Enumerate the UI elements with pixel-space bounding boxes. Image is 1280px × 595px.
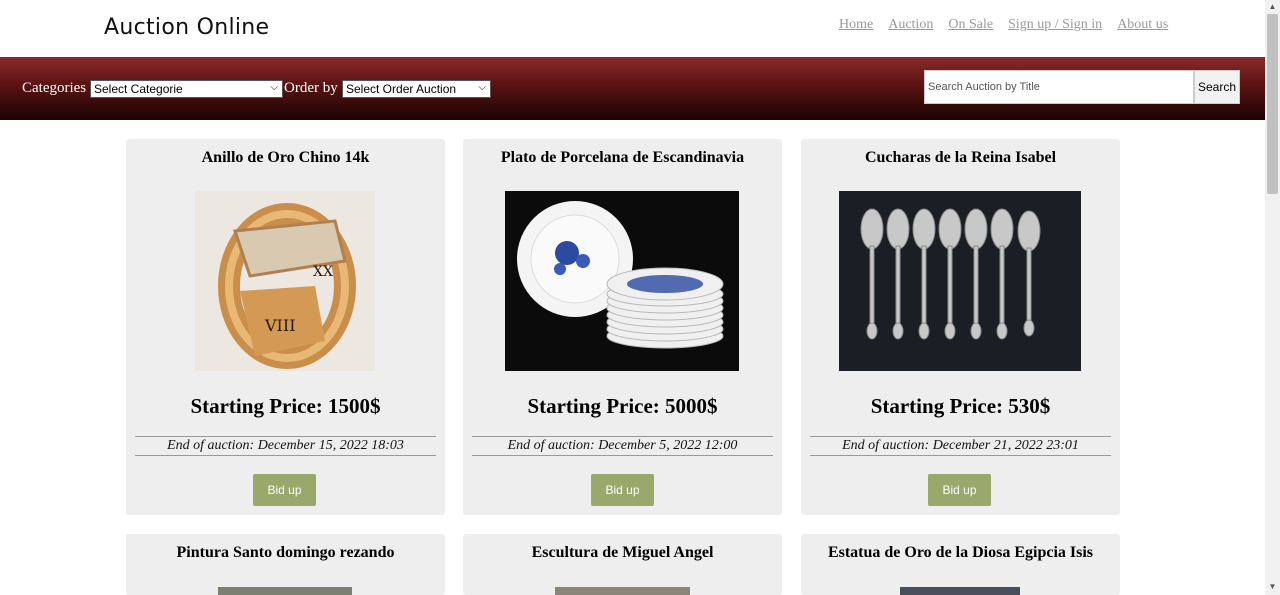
scroll-up-icon[interactable]: ▲ <box>1265 2 1280 11</box>
order-label: Order by <box>284 80 338 96</box>
nav-about[interactable]: About us <box>1117 17 1168 33</box>
starting-price: Starting Price: 530$ <box>870 394 1051 418</box>
auction-card: Plato de Porcelana de Escandinavia Start… <box>463 139 782 515</box>
starting-price: Starting Price: 5000$ <box>527 394 718 418</box>
chevron-down-icon: ⌵ <box>270 82 278 93</box>
card-title: Anillo de Oro Chino 14k <box>201 149 370 166</box>
auction-card: Estatua de Oro de la Diosa Egipcia Isis <box>801 534 1120 595</box>
header: Auction Online Home Auction On Sale Sign… <box>0 0 1265 57</box>
auction-end-date: End of auction: December 15, 2022 18:03 <box>135 436 436 456</box>
categories-label: Categories <box>22 80 87 96</box>
card-title: Escultura de Miguel Angel <box>531 544 714 561</box>
site-title[interactable]: Auction Online <box>104 15 269 40</box>
search-button[interactable]: Search <box>1194 70 1240 104</box>
chevron-down-icon: ⌵ <box>478 82 486 93</box>
auction-end-date: End of auction: December 21, 2022 23:01 <box>810 436 1111 456</box>
search-input[interactable]: Search Auction by Title <box>924 70 1194 104</box>
scroll-down-icon[interactable]: ▼ <box>1265 582 1280 591</box>
bid-up-button[interactable]: Bid up <box>591 474 654 506</box>
order-select[interactable]: Select Order Auction ⌵ <box>342 80 491 98</box>
card-title: Pintura Santo domingo rezando <box>176 544 395 561</box>
auction-card: Anillo de Oro Chino 14k VIII XX Starting… <box>126 139 445 515</box>
plate-image[interactable] <box>505 191 739 371</box>
svg-text:XX: XX <box>313 264 333 280</box>
auction-card: Cucharas de la Reina Isabel Starting Pri… <box>801 139 1120 515</box>
card-title: Estatua de Oro de la Diosa Egipcia Isis <box>827 544 1094 561</box>
ring-image[interactable]: VIII XX <box>195 191 375 371</box>
main-nav: Home Auction On Sale Sign up / Sign in A… <box>839 17 1168 33</box>
nav-home[interactable]: Home <box>839 17 873 33</box>
categories-select-value: Select Categorie <box>94 82 183 96</box>
painting-image[interactable] <box>218 587 352 595</box>
sculpture-image[interactable] <box>555 587 690 595</box>
bid-up-button[interactable]: Bid up <box>928 474 991 506</box>
filter-bar: Categories Select Categorie ⌵ Order by S… <box>0 57 1265 120</box>
svg-text:VIII: VIII <box>264 316 296 335</box>
nav-on-sale[interactable]: On Sale <box>948 17 993 33</box>
auction-card: Escultura de Miguel Angel <box>463 534 782 595</box>
starting-price: Starting Price: 1500$ <box>190 394 381 418</box>
spoons-image[interactable] <box>839 191 1081 371</box>
order-select-value: Select Order Auction <box>346 82 457 96</box>
auction-end-date: End of auction: December 5, 2022 12:00 <box>472 436 773 456</box>
auction-card: Pintura Santo domingo rezando <box>126 534 445 595</box>
statue-image[interactable] <box>900 587 1020 595</box>
categories-select[interactable]: Select Categorie ⌵ <box>90 80 283 98</box>
scroll-thumb[interactable] <box>1267 14 1278 194</box>
card-title: Plato de Porcelana de Escandinavia <box>500 149 745 166</box>
nav-sign-in[interactable]: Sign up / Sign in <box>1008 17 1102 33</box>
nav-auction[interactable]: Auction <box>888 17 933 33</box>
bid-up-button[interactable]: Bid up <box>253 474 316 506</box>
card-title: Cucharas de la Reina Isabel <box>864 149 1057 166</box>
page-scrollbar[interactable]: ▲ ▼ <box>1265 0 1280 595</box>
